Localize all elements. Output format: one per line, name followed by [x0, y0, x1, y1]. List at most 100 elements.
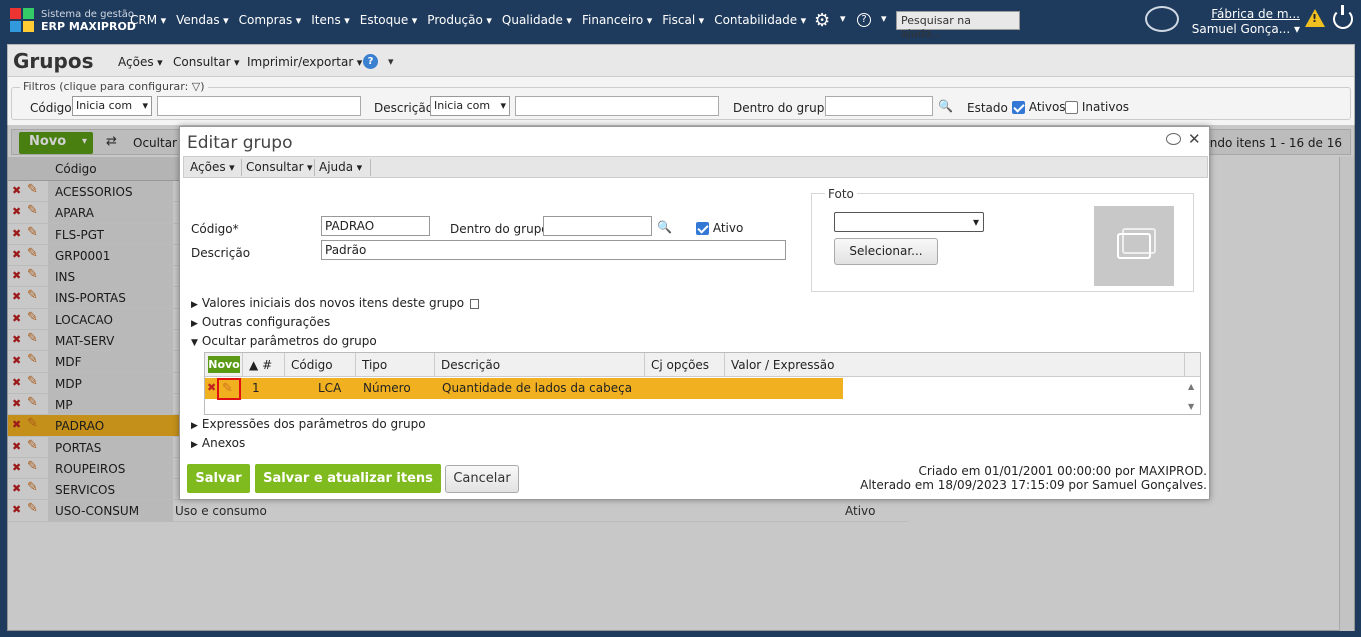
filters-panel: Filtros (clique para configurar: ▽) Códi…: [11, 80, 1351, 120]
pencil-icon[interactable]: ✎: [222, 381, 233, 396]
filter-descricao-input[interactable]: [515, 96, 719, 116]
section-anexos-label: Anexos: [201, 436, 246, 450]
filter-dentro-input[interactable]: [825, 96, 933, 116]
foto-legend: Foto: [825, 187, 857, 201]
novo-col: Novo: [205, 353, 243, 377]
scroll-up-icon[interactable]: ▲: [1188, 382, 1194, 391]
salvar-button[interactable]: Salvar: [187, 464, 250, 493]
section-outras-config[interactable]: ▶ Outras configurações: [191, 315, 330, 329]
help-icon[interactable]: ?: [857, 13, 871, 27]
filter-ativos[interactable]: Ativos: [1012, 100, 1066, 114]
dentro-do-grupo-input[interactable]: [543, 216, 652, 236]
search-icon[interactable]: 🔍: [938, 99, 953, 113]
menu-acoes[interactable]: Ações: [118, 55, 163, 69]
filters-legend-text: Filtros (clique para configurar:: [23, 80, 189, 93]
param-codigo: LCA: [318, 381, 342, 395]
menu-imprimir-exportar[interactable]: Imprimir/exportar: [247, 55, 362, 69]
section-expressoes[interactable]: ▶ Expressões dos parâmetros do grupo: [191, 417, 426, 431]
filter-icon[interactable]: ▽: [192, 80, 200, 93]
company-link[interactable]: Fábrica de m...: [1180, 7, 1300, 22]
comment-icon[interactable]: [1166, 133, 1181, 145]
user-menu[interactable]: Samuel Gonça... ▾: [1180, 22, 1300, 37]
col-tipo[interactable]: Tipo: [356, 353, 435, 377]
ativos-checkbox[interactable]: [1012, 101, 1025, 114]
document-icon[interactable]: [470, 298, 480, 309]
salvar-atualizar-button[interactable]: Salvar e atualizar itens: [255, 464, 441, 493]
chevron-down-icon[interactable]: ▾: [881, 12, 887, 25]
scroll-down-icon[interactable]: ▼: [1188, 402, 1194, 411]
dialog-menu-consultar[interactable]: Consultar: [246, 160, 313, 174]
descricao-input[interactable]: Padrão: [321, 240, 786, 260]
novo-parameter-button[interactable]: Novo: [208, 356, 240, 373]
filter-descricao-label: Descrição: [374, 101, 434, 115]
col-cj-opcoes[interactable]: Cj opções: [645, 353, 725, 377]
filter-inativos[interactable]: Inativos: [1065, 100, 1129, 114]
filter-dentro-label: Dentro do grupo: [733, 101, 832, 115]
help-icon[interactable]: ?: [363, 54, 378, 69]
section-anexos[interactable]: ▶ Anexos: [191, 436, 245, 450]
col-num[interactable]: ▲ #: [243, 353, 285, 377]
parameter-row[interactable]: ✖ ✎ 1 LCA Número Quantidade de lados da …: [205, 378, 843, 400]
col-valor-expressao[interactable]: Valor / Expressão: [725, 353, 1185, 377]
filter-codigo-mode[interactable]: Inicia com: [72, 96, 152, 116]
menu-qualidade[interactable]: Qualidade: [502, 13, 572, 27]
collapse-icon[interactable]: ▼: [191, 338, 198, 348]
selecionar-button[interactable]: Selecionar...: [834, 238, 938, 265]
account-info[interactable]: Fábrica de m... Samuel Gonça... ▾: [1180, 7, 1300, 37]
dialog-menu-acoes[interactable]: Ações: [190, 160, 235, 174]
help-search-input[interactable]: Pesquisar na ajuda...: [896, 11, 1020, 40]
chat-icon[interactable]: [1145, 6, 1179, 32]
menu-producao[interactable]: Produção: [427, 13, 492, 27]
parameters-scrollbar[interactable]: ▲ ▼: [1184, 378, 1200, 415]
col-descricao[interactable]: Descrição: [435, 353, 645, 377]
param-descricao: Quantidade de lados da cabeça: [442, 381, 633, 395]
menu-fiscal[interactable]: Fiscal: [662, 13, 704, 27]
dialog-title: Editar grupo: [187, 133, 293, 153]
param-tipo: Número: [363, 381, 411, 395]
edit-parameter-highlight[interactable]: ✎: [217, 378, 241, 400]
expand-icon[interactable]: ▶: [191, 300, 198, 310]
ativo-field[interactable]: Ativo: [696, 221, 743, 235]
chevron-down-icon[interactable]: ▾: [840, 12, 846, 25]
codigo-input[interactable]: PADRAO: [321, 216, 430, 236]
power-icon[interactable]: [1333, 5, 1353, 29]
expand-icon[interactable]: ▶: [191, 421, 198, 431]
codigo-label: Código*: [191, 222, 239, 236]
expand-icon[interactable]: ▶: [191, 440, 198, 450]
menu-consultar[interactable]: Consultar: [173, 55, 240, 69]
ativo-checkbox[interactable]: [696, 222, 709, 235]
dentro-do-grupo-label: Dentro do grupo: [450, 222, 549, 236]
menu-estoque[interactable]: Estoque: [360, 13, 418, 27]
search-icon[interactable]: 🔍: [657, 220, 672, 234]
col-num-label: #: [262, 358, 273, 372]
param-num: 1: [252, 381, 260, 395]
menu-financeiro[interactable]: Financeiro: [582, 13, 652, 27]
filters-legend[interactable]: Filtros (clique para configurar: ▽): [20, 80, 208, 93]
menu-crm[interactable]: CRM: [130, 13, 166, 27]
section-valores-iniciais[interactable]: ▶ Valores iniciais dos novos itens deste …: [191, 296, 480, 310]
logo-text: Sistema de gestão ERP MAXIPROD: [41, 9, 136, 33]
menu-contabilidade[interactable]: Contabilidade: [714, 13, 806, 27]
created-info: Criado em 01/01/2001 00:00:00 por MAXIPR…: [918, 464, 1207, 478]
filter-descricao-mode[interactable]: Inicia com: [430, 96, 510, 116]
menu-vendas[interactable]: Vendas: [176, 13, 229, 27]
filter-codigo-label: Código: [30, 101, 72, 115]
menu-compras[interactable]: Compras: [239, 13, 302, 27]
chevron-down-icon[interactable]: ▾: [388, 55, 394, 68]
filter-codigo-input[interactable]: [157, 96, 361, 116]
gear-icon[interactable]: ⚙: [814, 10, 830, 31]
expand-icon[interactable]: ▶: [191, 319, 198, 329]
ativos-label: Ativos: [1028, 100, 1066, 114]
maxiprod-logo-icon[interactable]: [10, 8, 34, 32]
col-codigo[interactable]: Código: [285, 353, 356, 377]
delete-icon[interactable]: ✖: [207, 381, 216, 394]
section-ocultar-parametros[interactable]: ▼ Ocultar parâmetros do grupo: [191, 334, 377, 348]
sort-asc-icon[interactable]: ▲: [249, 358, 258, 372]
dialog-menu-ajuda[interactable]: Ajuda: [319, 160, 362, 174]
close-icon[interactable]: ✕: [1188, 130, 1201, 148]
cancelar-button[interactable]: Cancelar: [445, 465, 519, 493]
inativos-label: Inativos: [1081, 100, 1130, 114]
inativos-checkbox[interactable]: [1065, 101, 1078, 114]
foto-select[interactable]: [834, 212, 984, 232]
menu-itens[interactable]: Itens: [311, 13, 350, 27]
